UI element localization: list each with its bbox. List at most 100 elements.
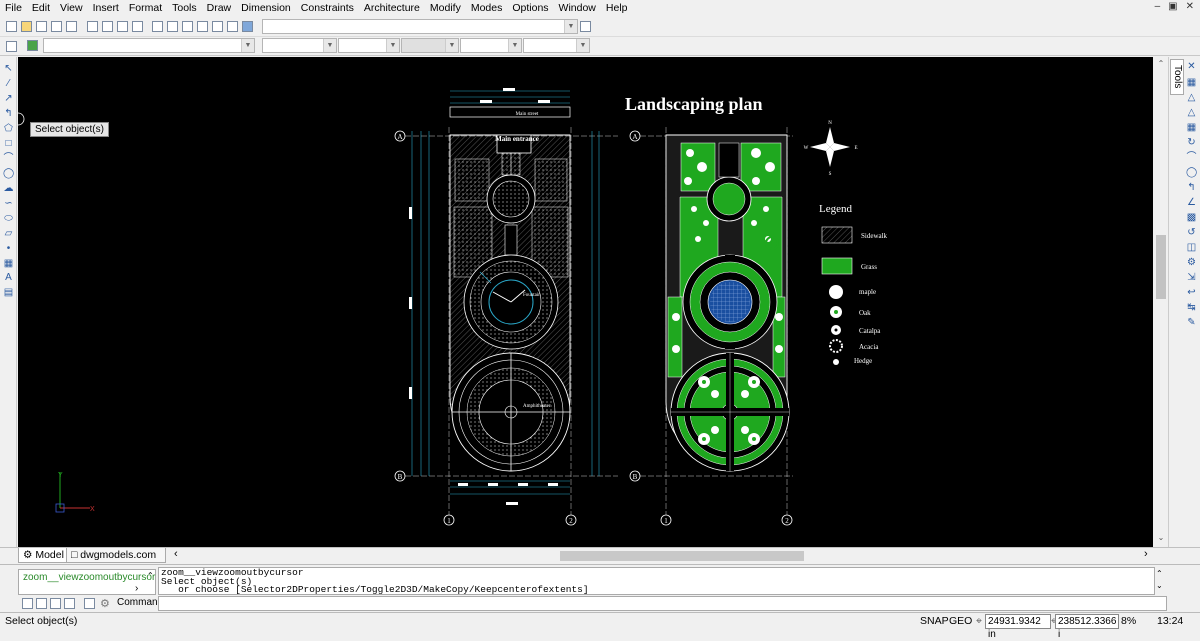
layer-icon[interactable] bbox=[84, 598, 95, 609]
chevron-down-icon[interactable]: ▼ bbox=[576, 39, 589, 52]
rotate-icon[interactable]: ↻ bbox=[1186, 137, 1197, 148]
restore-icon[interactable]: ▣ bbox=[1168, 1, 1177, 12]
chevron-up-icon[interactable]: ⌃ bbox=[147, 571, 154, 580]
scroll-down-icon[interactable]: ⌄ bbox=[1154, 533, 1168, 545]
chevron-left-icon[interactable]: ‹ bbox=[174, 548, 178, 560]
ray-icon[interactable]: ↗ bbox=[3, 93, 14, 104]
chevron-right-icon[interactable]: › bbox=[135, 583, 138, 594]
grid-icon[interactable]: ▦ bbox=[1186, 122, 1197, 133]
pan-icon[interactable] bbox=[182, 21, 193, 32]
table-icon[interactable]: ▤ bbox=[3, 287, 14, 298]
menu-architecture[interactable]: Architecture bbox=[359, 0, 425, 16]
chevron-right-icon[interactable]: › bbox=[1144, 548, 1148, 560]
scale-icon[interactable]: ⇲ bbox=[1186, 272, 1197, 283]
polygon-icon[interactable]: ⬠ bbox=[3, 123, 14, 134]
menu-help[interactable]: Help bbox=[601, 0, 633, 16]
match-properties-icon[interactable] bbox=[132, 21, 143, 32]
text-icon[interactable]: A bbox=[3, 272, 14, 283]
save-icon[interactable] bbox=[36, 21, 47, 32]
polyline-icon[interactable]: ↰ bbox=[1186, 182, 1197, 193]
tab-dwgmodels[interactable]: □ dwgmodels.com bbox=[66, 548, 166, 563]
chevron-down-icon[interactable]: ▼ bbox=[445, 39, 458, 52]
point-icon[interactable]: • bbox=[3, 243, 14, 254]
menu-modify[interactable]: Modify bbox=[425, 0, 466, 16]
chevron-down-icon[interactable]: ⌄ bbox=[1156, 581, 1163, 590]
menu-tools[interactable]: Tools bbox=[167, 0, 202, 16]
close-icon[interactable]: ✕ bbox=[1186, 61, 1197, 72]
zoom-previous-icon[interactable] bbox=[227, 21, 238, 32]
menu-dimension[interactable]: Dimension bbox=[236, 0, 296, 16]
chevron-up-icon[interactable]: ⌃ bbox=[1156, 569, 1163, 578]
zoom-level[interactable]: 8% bbox=[1121, 613, 1136, 629]
horizontal-scroll-thumb[interactable] bbox=[560, 551, 804, 561]
tools-tab[interactable]: Tools bbox=[1170, 59, 1184, 95]
lineweight-combo[interactable]: ▼ bbox=[401, 38, 459, 53]
zoom-window-icon[interactable] bbox=[212, 21, 223, 32]
toggle-icon[interactable] bbox=[64, 598, 75, 609]
command-input[interactable] bbox=[158, 596, 1167, 611]
chevron-down-icon[interactable]: ▼ bbox=[386, 39, 399, 52]
spline-icon[interactable]: ∽ bbox=[3, 198, 14, 209]
hook-icon[interactable]: ↩ bbox=[1186, 287, 1197, 298]
coord-y[interactable]: 238512.3366 i bbox=[1055, 614, 1119, 640]
snap-toggle[interactable]: SNAP bbox=[920, 613, 949, 629]
arc-icon[interactable]: ⌒ bbox=[1186, 152, 1197, 163]
menu-constraints[interactable]: Constraints bbox=[296, 0, 359, 16]
redo-icon[interactable] bbox=[167, 21, 178, 32]
undo-icon[interactable] bbox=[152, 21, 163, 32]
zoom-icon[interactable] bbox=[197, 21, 208, 32]
edit-icon[interactable]: ✎ bbox=[1186, 317, 1197, 328]
color-combo[interactable]: ▼ bbox=[262, 38, 337, 53]
menu-file[interactable]: File bbox=[0, 0, 27, 16]
chevron-down-icon[interactable]: ▼ bbox=[241, 39, 254, 52]
menu-view[interactable]: View bbox=[55, 0, 88, 16]
properties-icon[interactable]: ▦ bbox=[1186, 77, 1197, 88]
hatch-icon[interactable]: ▦ bbox=[3, 258, 14, 269]
geo-toggle[interactable]: GEO bbox=[949, 613, 972, 629]
tab-model[interactable]: ⚙ Model bbox=[18, 548, 69, 563]
toggle-icon[interactable] bbox=[36, 598, 47, 609]
recent-command-item[interactable]: zoom__viewzoomoutbycursor bbox=[23, 572, 155, 583]
paste-icon[interactable] bbox=[117, 21, 128, 32]
lock-icon[interactable]: ⌖ bbox=[976, 613, 982, 629]
menu-options[interactable]: Options bbox=[507, 0, 553, 16]
vertical-scrollbar[interactable]: ⌃ ⌄ bbox=[1154, 57, 1168, 547]
polyline-icon[interactable]: ↰ bbox=[3, 108, 14, 119]
drawing-canvas[interactable]: A B 1 2 Main street Main entrance Founta… bbox=[18, 57, 1153, 547]
cloud-icon[interactable]: ☁ bbox=[3, 183, 14, 194]
copy-icon[interactable] bbox=[102, 21, 113, 32]
transparency-combo[interactable]: ▼ bbox=[523, 38, 590, 53]
new-file-icon[interactable] bbox=[6, 21, 17, 32]
line-icon[interactable]: ⁄ bbox=[3, 78, 14, 89]
circle-icon[interactable]: ◯ bbox=[3, 168, 14, 179]
menu-format[interactable]: Format bbox=[124, 0, 167, 16]
menu-modes[interactable]: Modes bbox=[466, 0, 508, 16]
triangle-icon[interactable]: △ bbox=[1186, 107, 1197, 118]
linetype-combo[interactable]: ▼ bbox=[338, 38, 400, 53]
menu-window[interactable]: Window bbox=[554, 0, 601, 16]
print-icon[interactable] bbox=[51, 21, 62, 32]
ellipse-icon[interactable]: ⬭ bbox=[3, 213, 14, 224]
triangle-icon[interactable]: △ bbox=[1186, 92, 1197, 103]
cube-icon[interactable]: ◫ bbox=[1186, 242, 1197, 253]
chevron-down-icon[interactable]: ▼ bbox=[323, 39, 336, 52]
chevron-down-icon[interactable]: ▼ bbox=[564, 20, 577, 33]
command-search-combo[interactable]: ▼ bbox=[262, 19, 578, 34]
plotstyle-combo[interactable]: ▼ bbox=[460, 38, 522, 53]
circle-icon[interactable]: ◯ bbox=[1186, 167, 1197, 178]
print-preview-icon[interactable] bbox=[66, 21, 77, 32]
close-icon[interactable]: ✕ bbox=[1186, 1, 1194, 12]
menu-draw[interactable]: Draw bbox=[202, 0, 237, 16]
box-icon[interactable]: ▩ bbox=[1186, 212, 1197, 223]
stretch-icon[interactable]: ↹ bbox=[1186, 302, 1197, 313]
arc-icon[interactable]: ⌒ bbox=[3, 153, 14, 164]
scroll-up-icon[interactable]: ⌃ bbox=[1154, 59, 1168, 71]
toggle-icon[interactable] bbox=[22, 598, 33, 609]
layer-state-icon[interactable] bbox=[27, 40, 38, 51]
toggle-icon[interactable] bbox=[50, 598, 61, 609]
rectangle-icon[interactable]: □ bbox=[3, 138, 14, 149]
recent-commands[interactable]: zoom__viewzoomoutbycursor ⌃ › bbox=[18, 569, 156, 595]
select-arrow-icon[interactable]: ↖ bbox=[3, 63, 14, 74]
menu-insert[interactable]: Insert bbox=[88, 0, 124, 16]
chevron-down-icon[interactable]: ▼ bbox=[508, 39, 521, 52]
